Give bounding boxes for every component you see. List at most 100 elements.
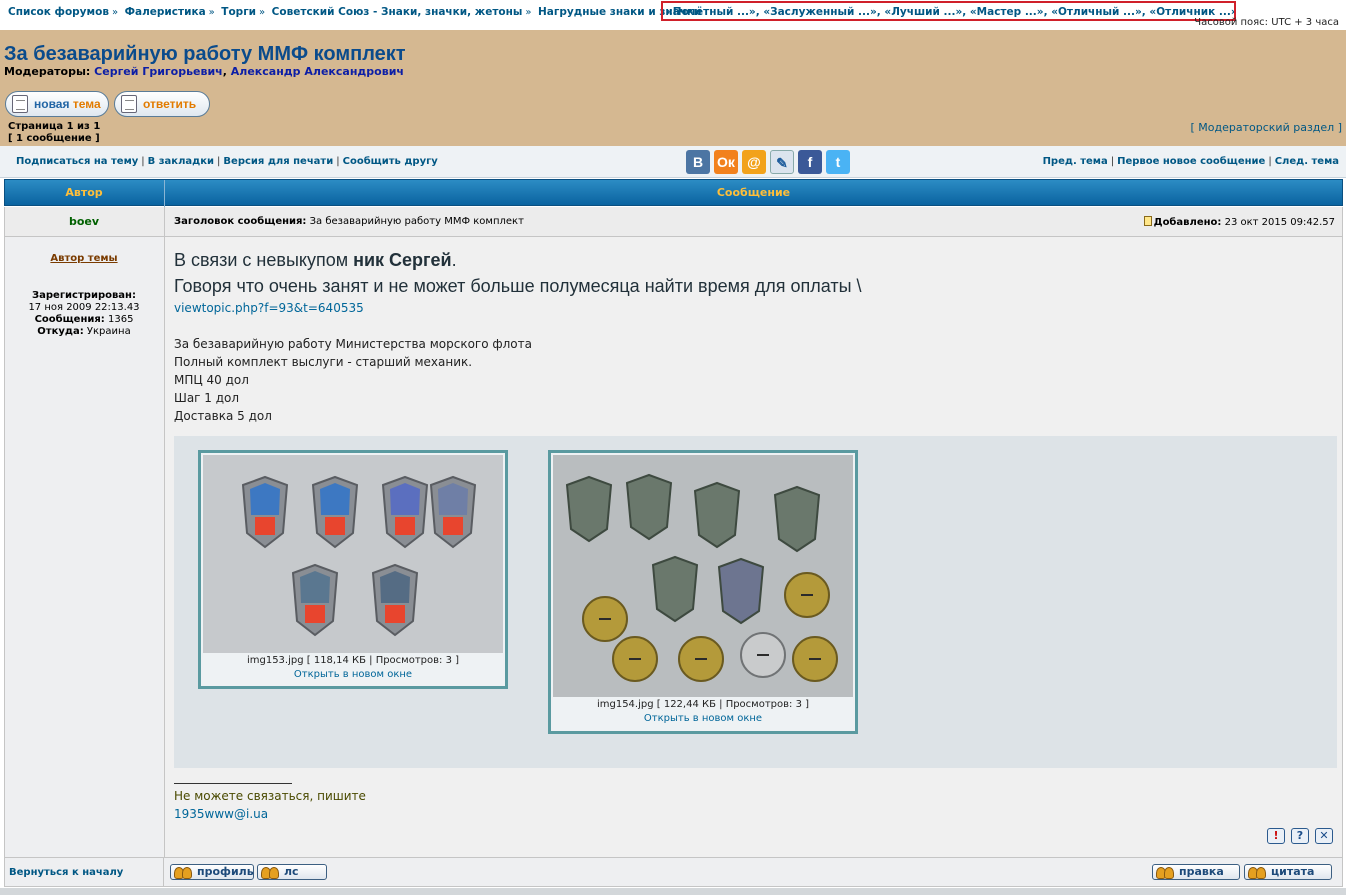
subscribe-link[interactable]: Подписаться на тему [16, 156, 138, 167]
document-icon [121, 95, 137, 113]
attachment-1-image[interactable] [203, 455, 503, 653]
topic-navigation: Пред. тема | Первое новое сообщение | След. … [1043, 156, 1339, 167]
post-footer-row: Вернуться к началу профиль лс правка цит… [4, 857, 1343, 887]
social-share-buttons: В Ок @ ✎ f t [686, 150, 854, 174]
page-bottom-bar [0, 888, 1346, 895]
message-text-line: Шаг 1 дол [174, 391, 240, 405]
livejournal-share-icon[interactable]: ✎ [770, 150, 794, 174]
posts-table-header: Автор Сообщение [4, 179, 1343, 207]
attachment-2-image[interactable] [553, 455, 853, 697]
breadcrumb-separator: » [111, 7, 119, 18]
author-profile-info: Зарегистрирован: 17 ноя 2009 22:13.43 Со… [5, 290, 163, 338]
report-post-icon[interactable]: ! [1267, 828, 1285, 844]
message-line-2: Говоря что очень занят и не может больше… [174, 276, 862, 296]
reply-button[interactable]: ответить [114, 91, 210, 117]
message-text-line: Доставка 5 дол [174, 409, 272, 423]
from-label: Откуда: [37, 326, 84, 337]
posts-label: Сообщения: [34, 314, 105, 325]
breadcrumb: Список форумов» Фалеристика» Торги» Сове… [0, 0, 1346, 28]
attachment-2-caption: img154.jpg [ 122,44 КБ | Просмотров: 3 ] [596, 699, 810, 710]
moderator-link-1[interactable]: Сергей Григорьевич [94, 65, 223, 78]
print-version-link[interactable]: Версия для печати [223, 156, 333, 167]
breadcrumb-trades[interactable]: Торги [221, 6, 256, 18]
subforum-links-box: «Почётный ...», «Заслуженный ...», «Лучш… [661, 1, 1236, 21]
post-subject-label: Заголовок сообщения: [174, 216, 307, 227]
breadcrumb-separator: » [208, 7, 215, 18]
attachment-1-open-link[interactable]: Открыть в новом окне [294, 669, 412, 680]
attachment-2-open-link[interactable]: Открыть в новом окне [644, 713, 762, 724]
breadcrumb-phaleristics[interactable]: Фалеристика [125, 6, 206, 18]
timezone: Часовой пояс: UTC + 3 часа [1194, 17, 1339, 28]
moderators: Модераторы: Сергей Григорьевич, Александ… [4, 65, 404, 78]
signature-email-link[interactable]: 1935www@i.ua [174, 807, 268, 821]
edit-label: правка [1179, 865, 1224, 878]
prev-topic-link[interactable]: Пред. тема [1043, 156, 1108, 167]
edit-button[interactable]: правка [1152, 864, 1240, 880]
post-message: В связи с невыкупом ник Сергей. Говоря ч… [174, 247, 1334, 425]
attachment-1: img153.jpg [ 118,14 КБ | Просмотров: 3 ]… [198, 450, 508, 689]
link-separator: | [1110, 156, 1115, 167]
moderator-section-link[interactable]: [ Модераторский раздел ] [1191, 121, 1342, 134]
help-icon[interactable]: ? [1291, 828, 1309, 844]
delete-post-icon[interactable]: ✕ [1315, 828, 1333, 844]
profile-button[interactable]: профиль [170, 864, 254, 880]
subforum-links[interactable]: «Почётный ...», «Заслуженный ...», «Лучш… [666, 6, 1234, 18]
post-link-icon[interactable] [1143, 216, 1152, 226]
topic-header: За безаварийную работу ММФ комплект Моде… [0, 30, 1346, 146]
registered-date: 17 ноя 2009 22:13.43 [28, 302, 140, 313]
column-author: Автор [65, 186, 103, 199]
users-icon [261, 866, 279, 879]
post-date-value: 23 окт 2015 09:42.57 [1224, 217, 1335, 228]
edit-icon [1156, 866, 1174, 879]
message-text-line: Полный комплект выслуги - старший механи… [174, 355, 473, 369]
users-icon [174, 866, 192, 879]
bookmarks-link[interactable]: В закладки [148, 156, 214, 167]
footer-divider [163, 858, 164, 887]
link-separator: | [336, 156, 340, 167]
topic-actions-left: Подписаться на тему | В закладки | Версия дл… [16, 156, 438, 167]
twitter-share-icon[interactable]: t [826, 150, 850, 174]
quote-button[interactable]: цитата [1244, 864, 1332, 880]
tell-friend-link[interactable]: Сообщить другу [343, 156, 438, 167]
private-message-button[interactable]: лс [257, 864, 327, 880]
moderator-comma: , [222, 65, 227, 78]
message-line-1-c: . [451, 250, 457, 270]
back-to-top-link[interactable]: Вернуться к началу [5, 867, 163, 878]
pm-label: лс [284, 865, 299, 878]
post-count: [ 1 сообщение ] [8, 133, 100, 144]
reply-label: ответить [143, 97, 197, 111]
moderator-link-2[interactable]: Александр Александрович [231, 65, 404, 78]
column-message: Сообщение [164, 180, 1342, 207]
posts-count: 1365 [107, 314, 134, 325]
breadcrumb-separator: » [259, 7, 266, 18]
post-date: Добавлено: 23 окт 2015 09:42.57 [1143, 216, 1335, 228]
breadcrumb-soviet-union[interactable]: Советский Союз - Знаки, значки, жетоны [272, 6, 523, 18]
page-title[interactable]: За безаварийную работу ММФ комплект [4, 43, 406, 66]
link-separator: | [217, 156, 221, 167]
message-topic-link[interactable]: viewtopic.php?f=93&t=640535 [174, 299, 1334, 317]
odnoklassniki-share-icon[interactable]: Ок [714, 150, 738, 174]
new-topic-button[interactable]: новая тема [5, 91, 109, 117]
first-new-post-link[interactable]: Первое новое сообщение [1117, 156, 1265, 167]
next-topic-link[interactable]: След. тема [1275, 156, 1339, 167]
message-text-line: За безаварийную работу Министерства морс… [174, 337, 532, 351]
mailru-share-icon[interactable]: @ [742, 150, 766, 174]
message-line-1-nick: ник Сергей [353, 250, 452, 270]
post-content-column: В связи с невыкупом ник Сергей. Говоря ч… [164, 237, 1342, 857]
author-profile-column: Автор темы Зарегистрирован: 17 ноя 2009 … [5, 237, 163, 857]
vk-share-icon[interactable]: В [686, 150, 710, 174]
page-count: Страница 1 из 1 [8, 121, 101, 132]
facebook-share-icon[interactable]: f [798, 150, 822, 174]
attachment-2: img154.jpg [ 122,44 КБ | Просмотров: 3 ]… [548, 450, 858, 734]
new-topic-label-1: новая [34, 97, 70, 111]
document-icon [12, 95, 28, 113]
pagination-info: Страница 1 из 1 [ 1 сообщение ] [8, 121, 100, 145]
signature-text: Не можете связаться, пишите [174, 789, 366, 803]
message-text-line: МПЦ 40 дол [174, 373, 249, 387]
post-date-label: Добавлено: [1153, 217, 1222, 228]
from-value: Украина [86, 326, 131, 337]
link-separator: | [141, 156, 145, 167]
post-subject: Заголовок сообщения: За безаварийную раб… [164, 207, 1342, 236]
breadcrumb-forum-list[interactable]: Список форумов [8, 6, 109, 18]
post-author-name[interactable]: boev [5, 215, 163, 228]
